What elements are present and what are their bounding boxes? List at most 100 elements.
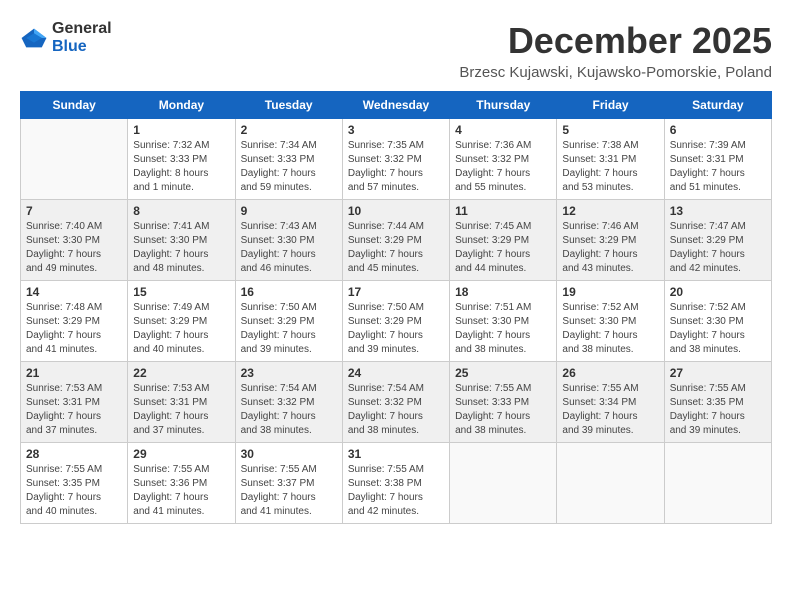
calendar-cell: 27 Sunrise: 7:55 AMSunset: 3:35 PMDayligh… [664, 362, 771, 443]
calendar-week-row: 21 Sunrise: 7:53 AMSunset: 3:31 PMDayligh… [21, 362, 772, 443]
calendar-cell: 6 Sunrise: 7:39 AMSunset: 3:31 PMDaylight… [664, 119, 771, 200]
calendar-cell [664, 443, 771, 524]
day-number: 18 [455, 285, 551, 299]
weekday-header-friday: Friday [557, 92, 664, 119]
page-header: General Blue December 2025 Brzesc Kujaws… [20, 20, 772, 81]
calendar-cell: 16 Sunrise: 7:50 AMSunset: 3:29 PMDayligh… [235, 281, 342, 362]
weekday-header-wednesday: Wednesday [342, 92, 449, 119]
month-title: December 2025 [459, 20, 772, 62]
day-number: 5 [562, 123, 658, 137]
day-number: 26 [562, 366, 658, 380]
cell-content: Sunrise: 7:35 AMSunset: 3:32 PMDaylight:… [348, 139, 444, 195]
cell-content: Sunrise: 7:36 AMSunset: 3:32 PMDaylight:… [455, 139, 551, 195]
day-number: 14 [26, 285, 122, 299]
day-number: 23 [241, 366, 337, 380]
day-number: 21 [26, 366, 122, 380]
day-number: 27 [670, 366, 766, 380]
day-number: 20 [670, 285, 766, 299]
calendar-cell: 8 Sunrise: 7:41 AMSunset: 3:30 PMDaylight… [128, 200, 235, 281]
calendar-week-row: 28Sunrise: 7:55 AMSunset: 3:35 PMDayligh… [21, 443, 772, 524]
cell-content: Sunrise: 7:46 AMSunset: 3:29 PMDaylight:… [562, 220, 658, 276]
calendar-cell: 23 Sunrise: 7:54 AMSunset: 3:32 PMDayligh… [235, 362, 342, 443]
logo-blue: Blue [52, 38, 87, 55]
cell-content: Sunrise: 7:48 AMSunset: 3:29 PMDaylight:… [26, 301, 122, 357]
calendar-cell: 2Sunrise: 7:34 AMSunset: 3:33 PMDaylight… [235, 119, 342, 200]
day-number: 10 [348, 204, 444, 218]
calendar-cell: 19 Sunrise: 7:52 AMSunset: 3:30 PMDayligh… [557, 281, 664, 362]
calendar-cell: 12 Sunrise: 7:46 AMSunset: 3:29 PMDayligh… [557, 200, 664, 281]
logo-general: General [52, 20, 112, 37]
cell-content: Sunrise: 7:55 AMSunset: 3:35 PMDaylight:… [670, 382, 766, 438]
calendar-cell: 4Sunrise: 7:36 AMSunset: 3:32 PMDaylight… [450, 119, 557, 200]
day-number: 31 [348, 447, 444, 461]
calendar-week-row: 1 Sunrise: 7:32 AMSunset: 3:33 PMDaylight… [21, 119, 772, 200]
cell-content: Sunrise: 7:50 AMSunset: 3:29 PMDaylight:… [348, 301, 444, 357]
calendar-cell: 13 Sunrise: 7:47 AMSunset: 3:29 PMDayligh… [664, 200, 771, 281]
cell-content: Sunrise: 7:55 AMSunset: 3:35 PMDaylight:… [26, 463, 122, 519]
calendar-cell: 22 Sunrise: 7:53 AMSunset: 3:31 PMDayligh… [128, 362, 235, 443]
cell-content: Sunrise: 7:41 AMSunset: 3:30 PMDaylight:… [133, 220, 229, 276]
cell-content: Sunrise: 7:49 AMSunset: 3:29 PMDaylight:… [133, 301, 229, 357]
day-number: 29 [133, 447, 229, 461]
cell-content: Sunrise: 7:34 AMSunset: 3:33 PMDaylight:… [241, 139, 337, 195]
calendar-cell: 10 Sunrise: 7:44 AMSunset: 3:29 PMDayligh… [342, 200, 449, 281]
day-number: 16 [241, 285, 337, 299]
calendar-cell: 25Sunrise: 7:55 AMSunset: 3:33 PMDayligh… [450, 362, 557, 443]
day-number: 22 [133, 366, 229, 380]
logo-icon [20, 27, 48, 49]
cell-content: Sunrise: 7:53 AMSunset: 3:31 PMDaylight:… [26, 382, 122, 438]
calendar-cell: 3Sunrise: 7:35 AMSunset: 3:32 PMDaylight… [342, 119, 449, 200]
day-number: 19 [562, 285, 658, 299]
calendar-cell [450, 443, 557, 524]
calendar-cell: 29Sunrise: 7:55 AMSunset: 3:36 PMDayligh… [128, 443, 235, 524]
calendar-cell: 15 Sunrise: 7:49 AMSunset: 3:29 PMDayligh… [128, 281, 235, 362]
day-number: 6 [670, 123, 766, 137]
day-number: 7 [26, 204, 122, 218]
cell-content: Sunrise: 7:40 AMSunset: 3:30 PMDaylight:… [26, 220, 122, 276]
title-block: December 2025 Brzesc Kujawski, Kujawsko-… [459, 20, 772, 81]
weekday-header-saturday: Saturday [664, 92, 771, 119]
day-number: 13 [670, 204, 766, 218]
calendar-cell: 5 Sunrise: 7:38 AMSunset: 3:31 PMDaylight… [557, 119, 664, 200]
cell-content: Sunrise: 7:38 AMSunset: 3:31 PMDaylight:… [562, 139, 658, 195]
cell-content: Sunrise: 7:55 AMSunset: 3:34 PMDaylight:… [562, 382, 658, 438]
day-number: 15 [133, 285, 229, 299]
day-number: 17 [348, 285, 444, 299]
day-number: 8 [133, 204, 229, 218]
weekday-header-row: SundayMondayTuesdayWednesdayThursdayFrid… [21, 92, 772, 119]
logo: General Blue [20, 20, 112, 56]
calendar-cell: 17 Sunrise: 7:50 AMSunset: 3:29 PMDayligh… [342, 281, 449, 362]
logo-text: General Blue [52, 20, 112, 56]
day-number: 30 [241, 447, 337, 461]
cell-content: Sunrise: 7:50 AMSunset: 3:29 PMDaylight:… [241, 301, 337, 357]
calendar-cell: 28Sunrise: 7:55 AMSunset: 3:35 PMDayligh… [21, 443, 128, 524]
calendar-cell: 11Sunrise: 7:45 AMSunset: 3:29 PMDayligh… [450, 200, 557, 281]
calendar-cell: 26 Sunrise: 7:55 AMSunset: 3:34 PMDayligh… [557, 362, 664, 443]
location-title: Brzesc Kujawski, Kujawsko-Pomorskie, Pol… [459, 64, 772, 81]
cell-content: Sunrise: 7:39 AMSunset: 3:31 PMDaylight:… [670, 139, 766, 195]
cell-content: Sunrise: 7:53 AMSunset: 3:31 PMDaylight:… [133, 382, 229, 438]
cell-content: Sunrise: 7:44 AMSunset: 3:29 PMDaylight:… [348, 220, 444, 276]
cell-content: Sunrise: 7:52 AMSunset: 3:30 PMDaylight:… [562, 301, 658, 357]
cell-content: Sunrise: 7:47 AMSunset: 3:29 PMDaylight:… [670, 220, 766, 276]
calendar-cell: 20 Sunrise: 7:52 AMSunset: 3:30 PMDayligh… [664, 281, 771, 362]
weekday-header-thursday: Thursday [450, 92, 557, 119]
calendar-cell: 30 Sunrise: 7:55 AMSunset: 3:37 PMDayligh… [235, 443, 342, 524]
calendar-cell: 21 Sunrise: 7:53 AMSunset: 3:31 PMDayligh… [21, 362, 128, 443]
day-number: 1 [133, 123, 229, 137]
cell-content: Sunrise: 7:32 AMSunset: 3:33 PMDaylight:… [133, 139, 229, 195]
day-number: 12 [562, 204, 658, 218]
calendar-cell: 31Sunrise: 7:55 AMSunset: 3:38 PMDayligh… [342, 443, 449, 524]
calendar-cell: 24Sunrise: 7:54 AMSunset: 3:32 PMDayligh… [342, 362, 449, 443]
cell-content: Sunrise: 7:55 AMSunset: 3:37 PMDaylight:… [241, 463, 337, 519]
cell-content: Sunrise: 7:45 AMSunset: 3:29 PMDaylight:… [455, 220, 551, 276]
calendar-cell: 1 Sunrise: 7:32 AMSunset: 3:33 PMDaylight… [128, 119, 235, 200]
cell-content: Sunrise: 7:52 AMSunset: 3:30 PMDaylight:… [670, 301, 766, 357]
cell-content: Sunrise: 7:43 AMSunset: 3:30 PMDaylight:… [241, 220, 337, 276]
calendar-week-row: 14 Sunrise: 7:48 AMSunset: 3:29 PMDayligh… [21, 281, 772, 362]
calendar-week-row: 7 Sunrise: 7:40 AMSunset: 3:30 PMDaylight… [21, 200, 772, 281]
calendar-cell: 14 Sunrise: 7:48 AMSunset: 3:29 PMDayligh… [21, 281, 128, 362]
cell-content: Sunrise: 7:54 AMSunset: 3:32 PMDaylight:… [241, 382, 337, 438]
day-number: 24 [348, 366, 444, 380]
weekday-header-monday: Monday [128, 92, 235, 119]
